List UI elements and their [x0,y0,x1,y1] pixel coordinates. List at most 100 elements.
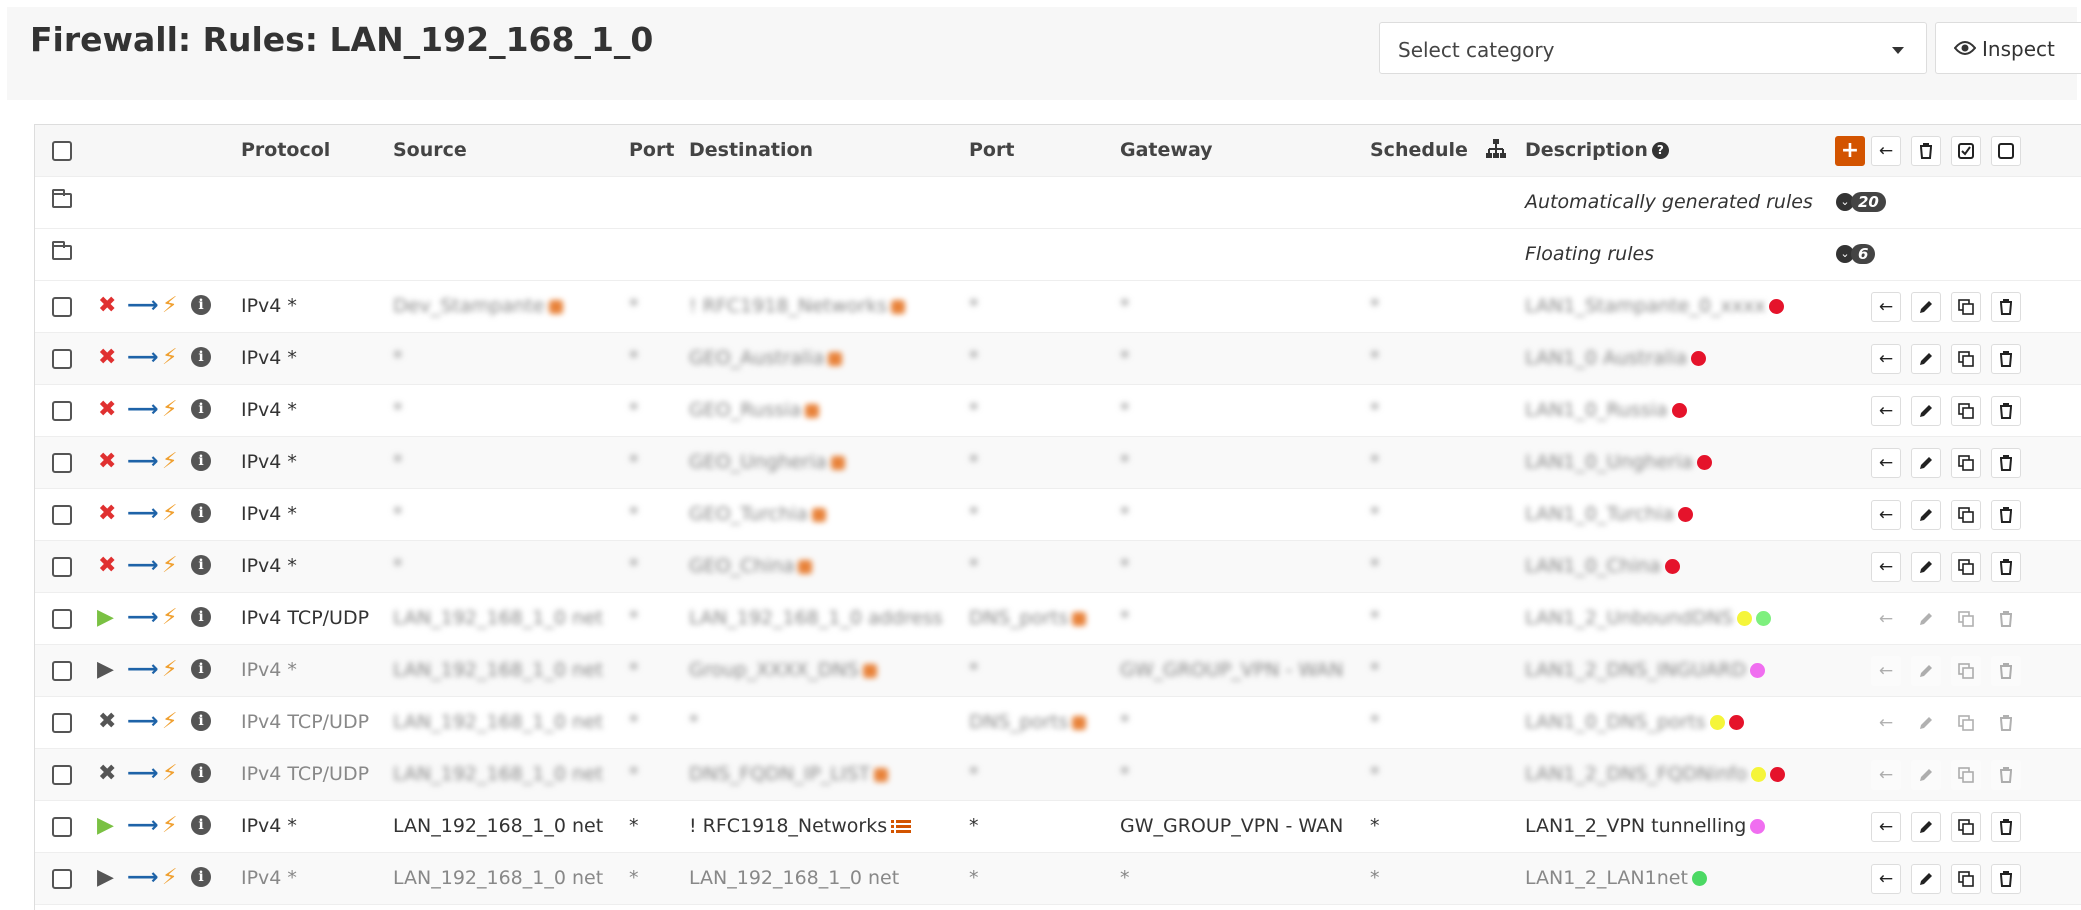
delete-rule-button[interactable] [1991,500,2021,530]
pass-disabled-icon[interactable]: ▶ [97,656,114,684]
edit-rule-button[interactable] [1911,448,1941,478]
table-row[interactable]: ✖ ⟶ ⚡︎ i IPv4 * * * GEO_Turchia * * * LAN1_0_Turchi… [35,489,2081,541]
alias-icon[interactable] [891,299,906,314]
list-icon[interactable] [891,819,912,835]
delete-rule-button[interactable] [1991,864,2021,894]
move-rule-button[interactable]: ← [1871,448,1901,478]
alias-icon[interactable] [548,299,563,314]
row-checkbox[interactable] [52,713,72,733]
move-rule-button[interactable]: ← [1871,292,1901,322]
edit-rule-button[interactable] [1911,604,1941,634]
table-row[interactable]: ▶ ⟶ ⚡︎ i IPv4 * LAN_192_168_1_0 net * Group_XXX… [35,645,2081,697]
table-row[interactable]: ✖ ⟶ ⚡︎ i IPv4 * * * GEO_Russia * * * LAN1_0_Russia ← [35,385,2081,437]
folder-icon[interactable] [52,241,72,260]
copy-rule-button[interactable] [1951,448,1981,478]
move-rule-button[interactable]: ← [1871,552,1901,582]
delete-rule-button[interactable] [1991,344,2021,374]
move-rule-button[interactable]: ← [1871,708,1901,738]
row-checkbox[interactable] [52,609,72,629]
copy-rule-button[interactable] [1951,552,1981,582]
alias-icon[interactable] [862,663,877,678]
block-icon[interactable]: ✖ [98,552,116,580]
info-icon[interactable]: i [191,295,211,315]
move-rule-button[interactable]: ← [1871,864,1901,894]
move-rule-button[interactable]: ← [1871,656,1901,686]
delete-rule-button[interactable] [1991,812,2021,842]
table-row[interactable]: ✖ ⟶ ⚡︎ i IPv4 * Dev_Stampante * ! RFC1918_Netwo… [35,281,2081,333]
copy-rule-button[interactable] [1951,708,1981,738]
edit-rule-button[interactable] [1911,396,1941,426]
row-checkbox[interactable] [52,505,72,525]
delete-rule-button[interactable] [1991,292,2021,322]
info-icon[interactable]: i [191,867,211,887]
info-icon[interactable]: i [191,555,211,575]
info-icon[interactable]: i [191,399,211,419]
copy-rule-button[interactable] [1951,344,1981,374]
question-circle-icon[interactable]: ? [1651,142,1669,159]
edit-rule-button[interactable] [1911,500,1941,530]
edit-rule-button[interactable] [1911,864,1941,894]
pass-disabled-icon[interactable]: ▶ [97,864,114,892]
delete-rule-button[interactable] [1991,604,2021,634]
row-checkbox[interactable] [52,661,72,681]
move-rule-button[interactable]: ← [1871,604,1901,634]
edit-rule-button[interactable] [1911,292,1941,322]
info-icon[interactable]: i [191,815,211,835]
category-select[interactable]: Select category [1379,22,1927,74]
block-disabled-icon[interactable]: ✖ [98,708,116,736]
copy-rule-button[interactable] [1951,292,1981,322]
group-expand-toggle[interactable]: ⌄ 20 [1836,191,1886,212]
info-icon[interactable]: i [191,763,211,783]
copy-rule-button[interactable] [1951,656,1981,686]
row-checkbox[interactable] [52,297,72,317]
table-row[interactable]: ✖ ⟶ ⚡︎ i IPv4 TCP/UDP LAN_192_168_1_0 net * DNS… [35,749,2081,801]
info-icon[interactable]: i [191,711,211,731]
edit-rule-button[interactable] [1911,552,1941,582]
table-row[interactable]: ▶ ⟶ ⚡︎ i IPv4 TCP/UDP LAN_192_168_1_0 net * LAN… [35,593,2081,645]
delete-rule-button[interactable] [1991,760,2021,790]
delete-rule-button[interactable] [1991,448,2021,478]
copy-rule-button[interactable] [1951,604,1981,634]
row-checkbox[interactable] [52,817,72,837]
inspect-button[interactable]: Inspect [1935,22,2081,74]
pass-icon[interactable]: ▶ [97,812,114,840]
copy-rule-button[interactable] [1951,396,1981,426]
block-icon[interactable]: ✖ [98,448,116,476]
select-all-checkbox[interactable] [52,141,72,161]
copy-rule-button[interactable] [1951,760,1981,790]
group-row[interactable]: Automatically generated rules ⌄ 20 [35,177,2081,229]
edit-rule-button[interactable] [1911,344,1941,374]
table-row[interactable]: ✖ ⟶ ⚡︎ i IPv4 * * * GEO_Australia * * * LAN1_0 Aust… [35,333,2081,385]
alias-icon[interactable] [805,403,820,418]
row-checkbox[interactable] [52,401,72,421]
edit-rule-button[interactable] [1911,812,1941,842]
move-rule-button[interactable]: ← [1871,812,1901,842]
edit-rule-button[interactable] [1911,760,1941,790]
move-rule-button[interactable]: ← [1871,760,1901,790]
row-checkbox[interactable] [52,869,72,889]
pass-icon[interactable]: ▶ [97,604,114,632]
delete-rule-button[interactable] [1991,552,2021,582]
copy-rule-button[interactable] [1951,864,1981,894]
row-checkbox[interactable] [52,349,72,369]
block-icon[interactable]: ✖ [98,344,116,372]
table-row[interactable]: ▶ ⟶ ⚡︎ i IPv4 * LAN_192_168_1_0 net * LAN_192_1… [35,853,2081,905]
block-icon[interactable]: ✖ [98,396,116,424]
table-row[interactable]: ▶ ⟶ ⚡︎ i IPv4 * LAN_192_168_1_0 net * ! RFC1918… [35,801,2081,853]
delete-rule-button[interactable] [1991,708,2021,738]
folder-icon[interactable] [52,189,72,208]
alias-icon[interactable] [828,351,843,366]
alias-icon[interactable] [798,559,813,574]
enable-selected-button[interactable] [1951,136,1981,166]
copy-rule-button[interactable] [1951,812,1981,842]
block-icon[interactable]: ✖ [98,500,116,528]
alias-icon[interactable] [1072,715,1087,730]
delete-selected-button[interactable] [1911,136,1941,166]
disable-selected-button[interactable] [1991,136,2021,166]
group-row[interactable]: Floating rules ⌄ 6 [35,229,2081,281]
info-icon[interactable]: i [191,659,211,679]
edit-rule-button[interactable] [1911,708,1941,738]
delete-rule-button[interactable] [1991,656,2021,686]
row-checkbox[interactable] [52,453,72,473]
copy-rule-button[interactable] [1951,500,1981,530]
